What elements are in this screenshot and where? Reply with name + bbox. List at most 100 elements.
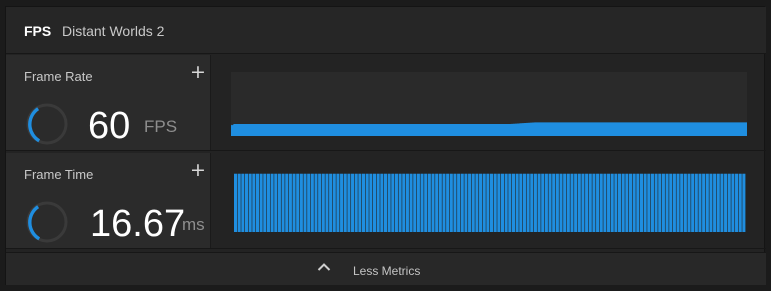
frame-time-bar bbox=[347, 173, 351, 232]
less-metrics-label[interactable]: Less Metrics bbox=[353, 264, 420, 278]
frame-rate-gauge bbox=[26, 103, 68, 145]
frame-time-bar bbox=[519, 173, 523, 232]
frame-time-bar bbox=[691, 173, 695, 232]
fps-monitor-panel: FPS Distant Worlds 2 Frame Rate + 60 FPS… bbox=[5, 6, 766, 285]
frame-time-bar bbox=[255, 173, 259, 232]
frame-time-bar bbox=[263, 173, 267, 232]
frame-time-gauge bbox=[26, 201, 68, 243]
frame-time-bar bbox=[292, 173, 296, 232]
frame-time-bar bbox=[687, 173, 691, 232]
frame-time-bar bbox=[618, 173, 622, 232]
frame-rate-graph bbox=[231, 72, 747, 136]
frame-time-bar bbox=[277, 173, 281, 232]
frame-time-bar bbox=[380, 173, 384, 232]
frame-time-bars bbox=[234, 173, 746, 232]
frame-time-bar bbox=[702, 173, 706, 232]
frame-time-bar bbox=[574, 173, 578, 232]
frame-time-bar bbox=[464, 173, 468, 232]
frame-time-bar bbox=[522, 173, 526, 232]
frame-time-bar bbox=[713, 173, 717, 232]
frame-time-metric: Frame Time + 16.67 ms bbox=[6, 153, 211, 248]
frame-time-bar bbox=[274, 173, 278, 232]
add-frame-rate-plus-icon[interactable]: + bbox=[190, 63, 206, 82]
frame-time-bar bbox=[372, 173, 377, 232]
frame-time-bar bbox=[533, 173, 537, 232]
chevron-up-icon[interactable] bbox=[317, 262, 331, 272]
frame-time-bar bbox=[460, 173, 464, 232]
frame-time-bar bbox=[639, 173, 643, 232]
frame-rate-value: 60 bbox=[88, 105, 131, 147]
frame-time-bar bbox=[636, 173, 640, 232]
frame-time-bar bbox=[321, 173, 325, 232]
frame-time-bar bbox=[493, 173, 497, 232]
frame-time-bar bbox=[566, 173, 570, 232]
frame-time-bar bbox=[259, 173, 263, 232]
frame-time-bar bbox=[603, 173, 607, 232]
frame-time-bar bbox=[405, 173, 409, 232]
frame-time-bar bbox=[628, 173, 633, 232]
frame-time-bar bbox=[234, 173, 238, 232]
add-frame-time-plus-icon[interactable]: + bbox=[190, 161, 206, 180]
frame-time-bar bbox=[244, 173, 249, 232]
frame-time-bar bbox=[266, 173, 270, 232]
frame-rate-unit: FPS bbox=[144, 117, 178, 136]
frame-time-bar bbox=[409, 173, 413, 232]
frame-time-bar bbox=[369, 173, 373, 232]
frame-time-bar bbox=[614, 173, 618, 232]
frame-time-bar bbox=[625, 173, 629, 232]
tab-fps[interactable]: FPS bbox=[24, 23, 51, 39]
frame-time-bar bbox=[508, 173, 512, 232]
frame-time-bar bbox=[735, 173, 739, 232]
frame-time-bar bbox=[570, 173, 574, 232]
frame-rate-area bbox=[231, 122, 747, 136]
frame-time-bar bbox=[340, 173, 344, 232]
frame-time-bar bbox=[446, 173, 450, 232]
frame-time-bar bbox=[705, 173, 709, 232]
frame-time-bar bbox=[314, 173, 318, 232]
frame-time-bar bbox=[555, 173, 559, 232]
less-metrics-toggle[interactable]: Less Metrics bbox=[6, 252, 766, 285]
frame-time-bar bbox=[548, 173, 552, 232]
frame-time-bar bbox=[424, 173, 428, 232]
frame-time-bar bbox=[599, 173, 603, 232]
frame-time-bar bbox=[530, 173, 534, 232]
frame-time-bar bbox=[610, 173, 614, 232]
frame-time-graph bbox=[232, 171, 748, 233]
frame-time-bar bbox=[435, 173, 439, 232]
frame-time-bar bbox=[724, 173, 728, 232]
frame-time-bar bbox=[504, 173, 508, 232]
frame-time-bar bbox=[544, 173, 548, 232]
frame-time-bar bbox=[431, 173, 435, 232]
frame-time-bar bbox=[577, 173, 581, 232]
frame-time-bar bbox=[449, 173, 453, 232]
frame-time-bar bbox=[486, 173, 490, 232]
frame-time-row: Frame Time + 16.67 ms bbox=[6, 153, 766, 249]
frame-time-bar bbox=[607, 173, 611, 232]
frame-time-bar bbox=[680, 173, 684, 232]
frame-time-bar bbox=[661, 173, 665, 232]
frame-time-bar bbox=[438, 173, 442, 232]
frame-time-bar bbox=[248, 173, 252, 232]
frame-time-bar bbox=[515, 173, 519, 232]
frame-time-bar bbox=[237, 173, 241, 232]
frame-time-bar bbox=[643, 173, 647, 232]
frame-time-bar bbox=[383, 173, 387, 232]
frame-time-bar bbox=[402, 173, 406, 232]
app-title: Distant Worlds 2 bbox=[62, 23, 165, 39]
frame-rate-row: Frame Rate + 60 FPS bbox=[6, 55, 766, 151]
frame-time-bar bbox=[738, 173, 742, 232]
frame-time-unit: ms bbox=[182, 215, 205, 234]
frame-rate-metric: Frame Rate + 60 FPS bbox=[6, 55, 211, 150]
frame-time-bar bbox=[365, 173, 369, 232]
frame-time-bar bbox=[526, 173, 530, 232]
frame-time-bar bbox=[252, 173, 256, 232]
frame-time-bar bbox=[592, 173, 596, 232]
frame-time-bar bbox=[318, 173, 322, 232]
frame-time-bar bbox=[343, 173, 347, 232]
frame-time-bar bbox=[537, 173, 541, 232]
frame-time-bar bbox=[332, 173, 336, 232]
frame-time-bar bbox=[654, 173, 658, 232]
frame-time-bar bbox=[285, 173, 289, 232]
frame-time-bar bbox=[442, 173, 446, 232]
frame-time-value: 16.67 bbox=[90, 203, 186, 245]
